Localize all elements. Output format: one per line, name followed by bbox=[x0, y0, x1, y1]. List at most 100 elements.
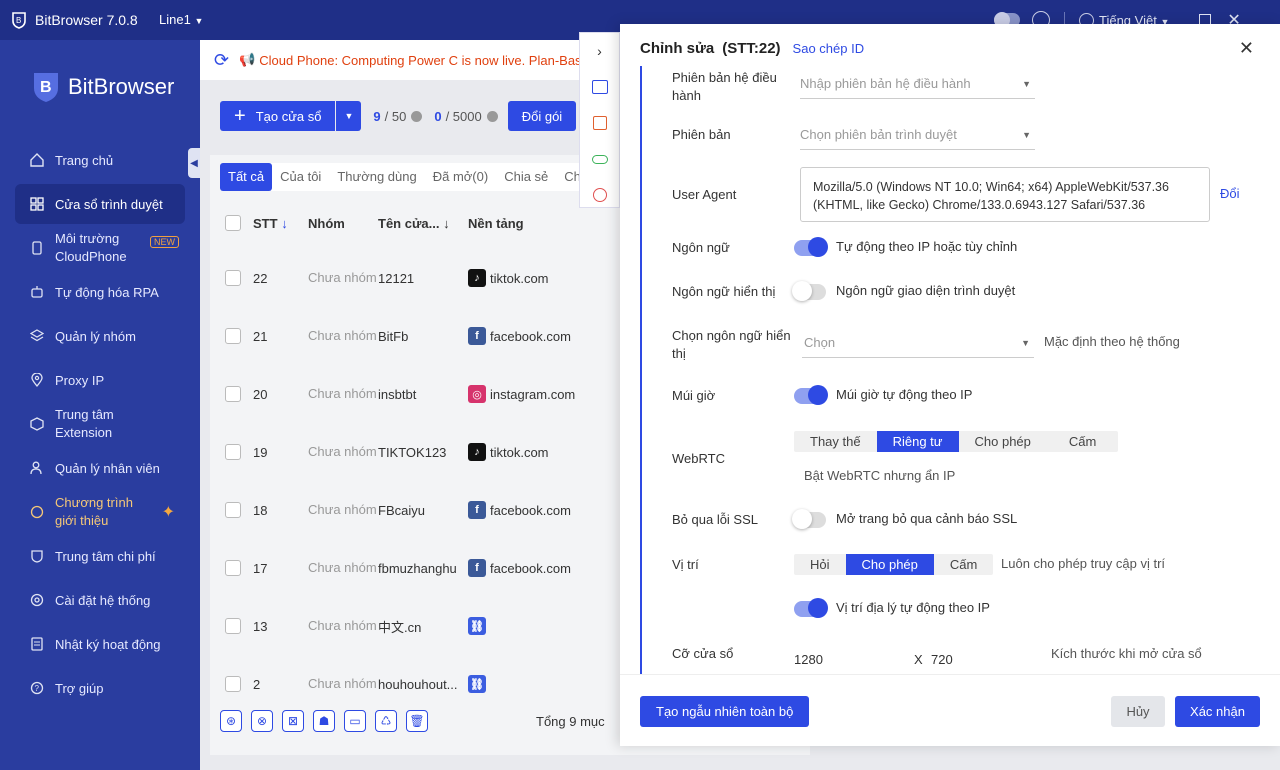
row-checkbox[interactable] bbox=[225, 618, 241, 634]
row-checkbox[interactable] bbox=[225, 328, 241, 344]
info-icon[interactable] bbox=[411, 110, 423, 122]
fingerprint-icon[interactable] bbox=[580, 177, 619, 213]
sidebar-item-settings[interactable]: Cài đặt hệ thống bbox=[15, 580, 185, 620]
row-checkbox[interactable] bbox=[225, 386, 241, 402]
webrtc-option-block[interactable]: Cấm bbox=[1047, 431, 1118, 452]
language-label: Ngôn ngữ bbox=[672, 240, 730, 255]
close-selected-icon[interactable]: ⊠ bbox=[282, 710, 304, 732]
geo-auto-toggle[interactable] bbox=[794, 598, 828, 618]
sidebar-item-cloudphone[interactable]: Môi trường CloudPhone NEW bbox=[15, 228, 185, 268]
randomize-all-button[interactable]: Tạo ngẫu nhiên toàn bộ bbox=[640, 696, 810, 727]
sidebar-item-home[interactable]: Trang chủ bbox=[15, 140, 185, 180]
sparkle-icon: ✦ bbox=[161, 504, 175, 521]
cancel-button[interactable]: Hủy bbox=[1111, 696, 1165, 727]
row-checkbox[interactable] bbox=[225, 560, 241, 576]
col-name[interactable]: Tên cửa... ↓ bbox=[378, 216, 468, 231]
sidebar-item-extensions[interactable]: Trung tâm Extension bbox=[15, 404, 185, 444]
create-window-dropdown[interactable]: ▼ bbox=[336, 101, 362, 131]
location-option-block[interactable]: Cấm bbox=[934, 554, 993, 575]
trash-restore-icon[interactable]: ♺ bbox=[375, 710, 397, 732]
webrtc-option-replace[interactable]: Thay thế bbox=[794, 431, 877, 452]
row-checkbox[interactable] bbox=[225, 502, 241, 518]
row-checkbox[interactable] bbox=[225, 444, 241, 460]
location-option-allow[interactable]: Cho phép bbox=[845, 554, 934, 575]
browser-settings-icon[interactable] bbox=[580, 69, 619, 105]
ssl-toggle[interactable] bbox=[792, 509, 826, 529]
user-agent-change-link[interactable]: Đổi bbox=[1220, 186, 1240, 201]
row-group: Chưa nhóm bbox=[308, 676, 377, 691]
list-toolbar: + Tạo cửa sổ ▼ 9 / 50 0 / 5000 Đổi gói bbox=[220, 101, 577, 131]
row-checkbox[interactable] bbox=[225, 270, 241, 286]
row-name: BitFb bbox=[378, 328, 409, 344]
sidebar-item-groups[interactable]: Quản lý nhóm bbox=[15, 316, 185, 356]
sidebar-item-billing[interactable]: Trung tâm chi phí bbox=[15, 536, 185, 576]
delete-icon[interactable]: 🗑 bbox=[406, 710, 428, 732]
location-hint: Luôn cho phép truy cập vị trí bbox=[1001, 556, 1166, 571]
row-name: insbtbt bbox=[378, 386, 417, 402]
webrtc-label: WebRTC bbox=[672, 451, 725, 466]
os-version-input[interactable]: Nhập phiên bản hệ điều hành ▼ bbox=[800, 69, 1035, 99]
choose-display-language-select[interactable]: Chọn ▼ bbox=[802, 328, 1034, 358]
tab-opened[interactable]: Đã mở(0) bbox=[425, 163, 496, 191]
display-language-label: Ngôn ngữ hiển thị bbox=[672, 284, 776, 299]
member-limit: / 5000 bbox=[445, 108, 482, 124]
window-height-input[interactable]: 720 bbox=[931, 652, 953, 667]
window-arrange-icon[interactable]: ▭ bbox=[344, 710, 366, 732]
language-toggle[interactable] bbox=[794, 237, 828, 257]
proxy-settings-icon[interactable] bbox=[580, 105, 619, 141]
tab-frequent[interactable]: Thường dùng bbox=[329, 163, 424, 191]
create-window-button[interactable]: + Tạo cửa sổ bbox=[220, 101, 336, 131]
close-icon[interactable]: ✕ bbox=[1239, 38, 1254, 59]
timezone-toggle[interactable] bbox=[794, 385, 828, 405]
copy-id-link[interactable]: Sao chép ID bbox=[793, 41, 865, 56]
webrtc-option-private[interactable]: Riêng tư bbox=[876, 431, 959, 452]
open-all-icon[interactable]: ⊛ bbox=[220, 710, 242, 732]
sort-arrow-icon: ↓ bbox=[281, 215, 288, 231]
tab-mine[interactable]: Của tôi bbox=[272, 163, 329, 191]
row-name: houhouhout... bbox=[378, 676, 458, 692]
ssl-label: Bỏ qua lỗi SSL bbox=[672, 512, 759, 527]
line-selector[interactable]: Line1 ▼ bbox=[159, 12, 203, 27]
chevron-right-icon[interactable]: › bbox=[580, 33, 619, 69]
sidebar-item-browser-windows[interactable]: Cửa sổ trình duyệt bbox=[15, 184, 185, 224]
row-checkbox[interactable] bbox=[225, 676, 241, 692]
robot-icon[interactable]: ☗ bbox=[313, 710, 335, 732]
window-size-hint: Kích thước khi mở cửa sổ bbox=[1051, 646, 1202, 661]
tiktok-icon: ♪ bbox=[468, 269, 486, 287]
row-stt: 20 bbox=[253, 386, 268, 402]
row-name: 中文.cn bbox=[378, 619, 422, 635]
sidebar-item-proxy[interactable]: Proxy IP bbox=[15, 360, 185, 400]
sidebar-item-referral[interactable]: Chương trình giới thiệu ✦ bbox=[15, 492, 185, 532]
browser-version-label: Phiên bản bbox=[672, 127, 731, 142]
sidebar-item-staff[interactable]: Quản lý nhân viên bbox=[15, 448, 185, 488]
banner-text[interactable]: Cloud Phone: Computing Power C is now li… bbox=[259, 53, 581, 68]
sidebar-item-rpa[interactable]: Tự động hóa RPA bbox=[15, 272, 185, 312]
user-agent-input[interactable]: Mozilla/5.0 (Windows NT 10.0; Win64; x64… bbox=[800, 167, 1210, 222]
webrtc-option-allow[interactable]: Cho phép bbox=[959, 431, 1047, 452]
display-language-toggle[interactable] bbox=[792, 281, 826, 301]
row-platform: instagram.com bbox=[490, 386, 576, 402]
row-stt: 19 bbox=[253, 444, 268, 460]
tab-shared[interactable]: Chia sẻ bbox=[496, 163, 556, 191]
tab-all[interactable]: Tất cả bbox=[220, 163, 273, 191]
sidebar-item-help[interactable]: ? Trợ giúp bbox=[15, 668, 185, 708]
location-option-ask[interactable]: Hỏi bbox=[794, 554, 846, 575]
window-width-input[interactable]: 1280 bbox=[794, 652, 823, 667]
row-group: Chưa nhóm bbox=[308, 618, 377, 633]
info-icon[interactable] bbox=[486, 110, 498, 122]
sidebar-collapse-button[interactable]: ◀ bbox=[188, 148, 200, 178]
col-group: Nhóm bbox=[308, 215, 345, 231]
new-badge: NEW bbox=[150, 236, 179, 248]
col-stt[interactable]: STT ↓ bbox=[253, 216, 308, 231]
toggle-settings-icon[interactable] bbox=[580, 141, 619, 177]
confirm-button[interactable]: Xác nhận bbox=[1175, 696, 1260, 727]
select-all-checkbox[interactable] bbox=[225, 215, 241, 231]
change-plan-button[interactable]: Đổi gói bbox=[507, 101, 577, 131]
browser-version-select[interactable]: Chọn phiên bản trình duyệt ▼ bbox=[800, 120, 1035, 150]
row-stt: 18 bbox=[253, 502, 268, 518]
link-icon: ⛓ bbox=[468, 617, 486, 635]
sidebar-item-activity-log[interactable]: Nhật ký hoạt động bbox=[15, 624, 185, 664]
refresh-icon[interactable]: ⟳ bbox=[214, 50, 229, 71]
close-all-icon[interactable]: ⊗ bbox=[251, 710, 273, 732]
log-icon bbox=[29, 636, 45, 652]
